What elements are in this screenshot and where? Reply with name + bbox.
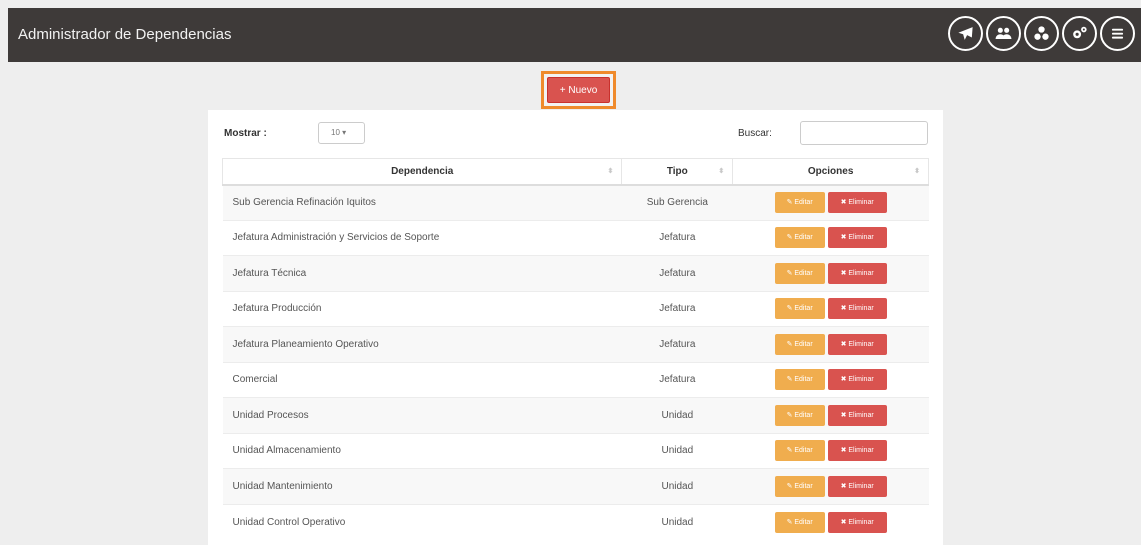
plane-icon[interactable] — [948, 16, 983, 51]
options-cell: ✎ Editar ✖ Eliminar — [732, 397, 929, 433]
new-button[interactable]: + Nuevo — [547, 77, 610, 103]
delete-button[interactable]: ✖ Eliminar — [827, 369, 887, 391]
table-row: Unidad Mantenimiento Unidad ✎ Editar ✖ El… — [222, 468, 929, 504]
delete-button[interactable]: ✖ Eliminar — [827, 227, 887, 249]
edit-button[interactable]: ✎ Editar — [774, 298, 825, 320]
cogs-icon[interactable] — [1062, 16, 1097, 51]
tipo-cell: Jefatura — [621, 290, 733, 327]
edit-button[interactable]: ✎ Editar — [774, 475, 825, 497]
options-cell: ✎ Editar ✖ Eliminar — [732, 184, 929, 220]
sort-icon: ⬍ — [607, 168, 614, 175]
tipo-cell: Sub Gerencia — [621, 184, 733, 220]
dependencia-cell: Sub Gerencia Refinación Iquitos — [222, 184, 622, 220]
delete-button[interactable]: ✖ Eliminar — [827, 511, 887, 533]
column-header-label: Dependencia — [391, 165, 454, 177]
table-row: Sub Gerencia Refinación Iquitos Sub Gere… — [222, 184, 929, 220]
delete-button[interactable]: ✖ Eliminar — [827, 404, 887, 426]
app-title: Administrador de Dependencias — [18, 26, 232, 43]
column-header-label: Opciones — [807, 165, 854, 177]
show-label: Mostrar : — [224, 128, 267, 139]
delete-button[interactable]: ✖ Eliminar — [827, 298, 887, 320]
chevron-down-icon: ▾ — [342, 128, 347, 137]
top-bar: Administrador de Dependencias — [8, 8, 1141, 62]
edit-button[interactable]: ✎ Editar — [774, 333, 825, 355]
delete-button[interactable]: ✖ Eliminar — [827, 333, 887, 355]
tipo-cell: Jefatura — [621, 326, 733, 362]
page-size-value: 10 — [331, 128, 340, 137]
new-button-highlight: + Nuevo — [541, 71, 616, 109]
table-row: Jefatura Producción Jefatura ✎ Editar ✖ E… — [222, 290, 929, 327]
edit-button[interactable]: ✎ Editar — [774, 404, 825, 426]
table-row: Comercial Jefatura ✎ Editar ✖ Eliminar — [222, 361, 929, 398]
sort-icon: ⬍ — [718, 168, 725, 175]
table-controls: Mostrar : 10 ▾ Buscar: — [224, 120, 928, 146]
page-size-select[interactable]: 10 ▾ — [318, 122, 365, 144]
dependencia-cell: Comercial — [222, 361, 622, 398]
column-header-opciones[interactable]: Opciones ⬍ — [732, 158, 929, 186]
table-body: Sub Gerencia Refinación Iquitos Sub Gere… — [222, 184, 929, 540]
options-cell: ✎ Editar ✖ Eliminar — [732, 503, 929, 540]
dependencies-panel: Mostrar : 10 ▾ Buscar: Dependencia ⬍ Tip… — [208, 110, 943, 545]
table-row: Jefatura Técnica Jefatura ✎ Editar ✖ Elim… — [222, 255, 929, 291]
dependencia-cell: Jefatura Administración y Servicios de S… — [222, 219, 622, 256]
search-input[interactable] — [800, 121, 928, 145]
sort-icon: ⬍ — [914, 168, 920, 175]
dependencia-cell: Unidad Mantenimiento — [222, 468, 622, 504]
column-header-dependencia[interactable]: Dependencia ⬍ — [221, 158, 623, 186]
delete-button[interactable]: ✖ Eliminar — [827, 475, 887, 497]
nav-icon-group — [948, 16, 1135, 51]
column-header-label: Tipo — [666, 165, 688, 177]
dependencia-cell: Unidad Control Operativo — [222, 503, 622, 540]
menu-icon[interactable] — [1100, 16, 1135, 51]
edit-button[interactable]: ✎ Editar — [774, 511, 825, 533]
edit-button[interactable]: ✎ Editar — [774, 369, 825, 391]
tipo-cell: Jefatura — [621, 219, 733, 256]
search-label: Buscar: — [738, 128, 772, 139]
tipo-cell: Unidad — [621, 397, 733, 433]
column-header-tipo[interactable]: Tipo ⬍ — [621, 158, 734, 186]
edit-button[interactable]: ✎ Editar — [774, 227, 825, 249]
dependencia-cell: Jefatura Planeamiento Operativo — [222, 326, 622, 362]
table-row: Jefatura Administración y Servicios de S… — [222, 219, 929, 256]
tipo-cell: Unidad — [621, 503, 733, 540]
delete-button[interactable]: ✖ Eliminar — [827, 192, 887, 213]
tipo-cell: Jefatura — [621, 255, 733, 291]
options-cell: ✎ Editar ✖ Eliminar — [732, 468, 929, 504]
table-row: Unidad Control Operativo Unidad ✎ Editar… — [222, 503, 929, 540]
edit-button[interactable]: ✎ Editar — [774, 192, 825, 213]
dependencia-cell: Unidad Almacenamiento — [222, 432, 622, 469]
options-cell: ✎ Editar ✖ Eliminar — [732, 219, 929, 256]
edit-button[interactable]: ✎ Editar — [774, 440, 825, 462]
table-row: Unidad Procesos Unidad ✎ Editar ✖ Elimina… — [222, 397, 929, 433]
dependencia-cell: Jefatura Técnica — [222, 255, 622, 291]
options-cell: ✎ Editar ✖ Eliminar — [732, 432, 929, 469]
table-row: Jefatura Planeamiento Operativo Jefatura… — [222, 326, 929, 362]
dependencies-table: Dependencia ⬍ Tipo ⬍ Opciones ⬍ Sub Gere… — [221, 158, 929, 540]
table-header-row: Dependencia ⬍ Tipo ⬍ Opciones ⬍ — [221, 158, 929, 186]
options-cell: ✎ Editar ✖ Eliminar — [732, 326, 929, 362]
delete-button[interactable]: ✖ Eliminar — [827, 262, 887, 284]
edit-button[interactable]: ✎ Editar — [774, 262, 825, 284]
dependencia-cell: Unidad Procesos — [222, 397, 622, 433]
tipo-cell: Jefatura — [621, 361, 733, 398]
options-cell: ✎ Editar ✖ Eliminar — [732, 255, 929, 291]
delete-button[interactable]: ✖ Eliminar — [827, 440, 887, 462]
options-cell: ✎ Editar ✖ Eliminar — [732, 361, 929, 398]
dependencia-cell: Jefatura Producción — [222, 290, 622, 327]
tipo-cell: Unidad — [621, 468, 733, 504]
users-icon[interactable] — [986, 16, 1021, 51]
tipo-cell: Unidad — [621, 432, 733, 469]
table-row: Unidad Almacenamiento Unidad ✎ Editar ✖ E… — [222, 432, 929, 469]
options-cell: ✎ Editar ✖ Eliminar — [732, 290, 929, 327]
biohazard-icon[interactable] — [1024, 16, 1059, 51]
